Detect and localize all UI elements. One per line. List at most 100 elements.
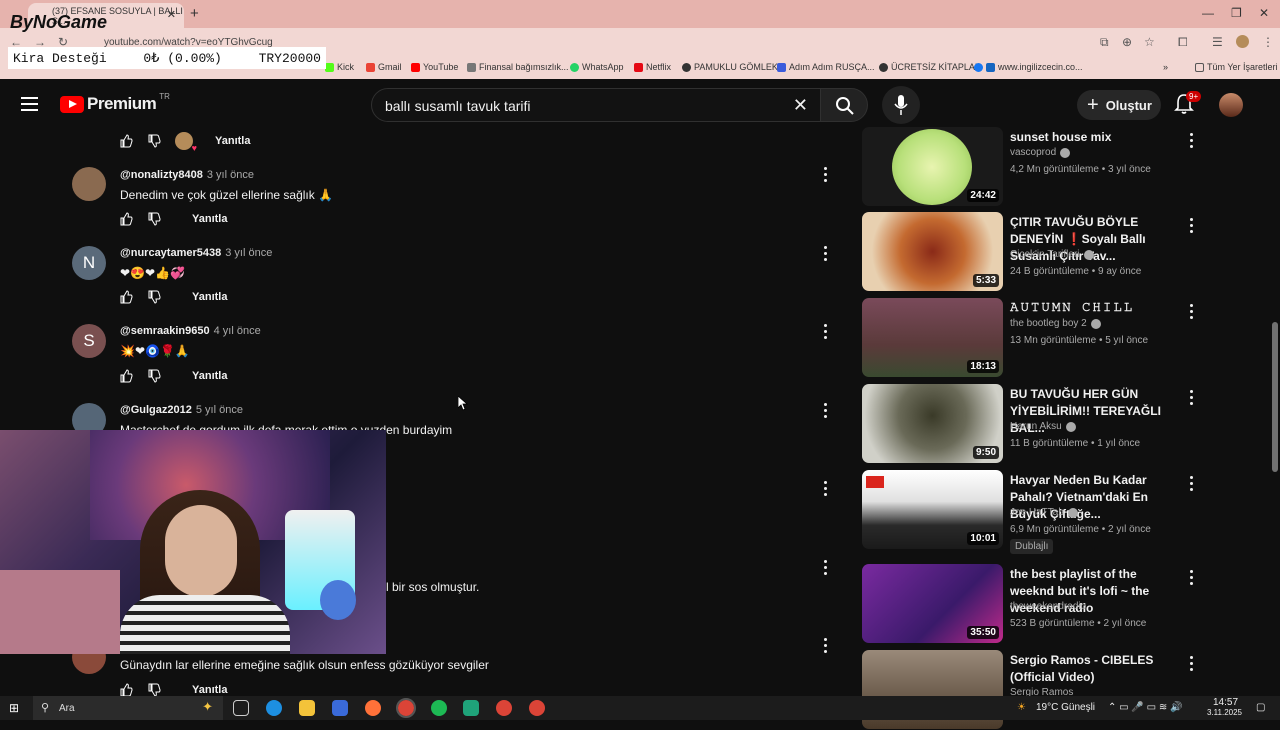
recommended-video[interactable]: 9:50 BU TAVUĞU HER GÜN YİYEBİLİRİM!! TER… — [862, 384, 1202, 464]
bookmark-gmail[interactable]: Gmail — [366, 62, 402, 72]
comment-more-icon[interactable] — [824, 246, 828, 264]
video-more-icon[interactable] — [1190, 218, 1194, 236]
more-bookmarks-icon[interactable]: » — [1163, 62, 1168, 72]
video-thumbnail[interactable]: 35:50 — [862, 564, 1003, 643]
video-more-icon[interactable] — [1190, 390, 1194, 408]
file-explorer-icon[interactable] — [299, 700, 315, 716]
video-channel[interactable]: the bootleg boy 2 — [1010, 318, 1101, 329]
weather-text[interactable]: 19°C Güneşli — [1036, 702, 1095, 713]
bookmark-finance[interactable]: Finansal bağımsızlık... — [467, 62, 569, 72]
install-icon[interactable]: ⧉ — [1100, 35, 1109, 50]
video-more-icon[interactable] — [1190, 476, 1194, 494]
voice-search-button[interactable] — [882, 86, 920, 124]
video-thumbnail[interactable]: 10:01 — [862, 470, 1003, 549]
recommended-video[interactable]: 35:50 the best playlist of the weeknd bu… — [862, 564, 1202, 644]
profile-icon[interactable] — [1236, 35, 1249, 48]
chrome-icon[interactable] — [396, 698, 416, 718]
video-more-icon[interactable] — [1190, 656, 1194, 674]
dislike-icon[interactable] — [147, 212, 161, 226]
comment-author[interactable]: @nonalizty8408 3 yıl önce — [120, 169, 254, 181]
search-box[interactable]: ballı susamlı tavuk tarifi ✕ — [371, 88, 821, 122]
like-icon[interactable] — [119, 369, 133, 383]
chrome-icon[interactable] — [529, 700, 545, 716]
task-view-icon[interactable] — [233, 700, 249, 716]
notifications-icon[interactable]: ▢ — [1256, 702, 1265, 713]
like-icon[interactable] — [119, 212, 133, 226]
comment-avatar[interactable]: N — [72, 246, 106, 280]
reply-button[interactable]: Yanıtla — [192, 291, 227, 303]
search-button[interactable] — [820, 88, 868, 122]
video-title[interactable]: Sergio Ramos - CIBELES (Official Video) — [1010, 652, 1182, 686]
recommended-video[interactable]: 24:42 sunset house mix vascoprod 4,2 Mn … — [862, 127, 1202, 207]
clock-time[interactable]: 14:57 — [1213, 697, 1238, 708]
video-thumbnail[interactable]: 5:33 — [862, 212, 1003, 291]
video-channel[interactable]: vascoprod — [1010, 147, 1071, 158]
reply-button[interactable]: Yanıtla — [215, 135, 250, 147]
comment-more-icon[interactable] — [824, 324, 828, 342]
clear-search-icon[interactable]: ✕ — [793, 95, 808, 116]
reply-button[interactable]: Yanıtla — [192, 213, 227, 225]
video-title[interactable]: 𝙰𝚄𝚃𝚄𝙼𝙽 𝙲𝙷𝙸𝙻𝙻 — [1010, 300, 1182, 317]
video-more-icon[interactable] — [1190, 570, 1194, 588]
close-window-icon[interactable]: ✕ — [1259, 6, 1269, 20]
spotify-icon[interactable] — [431, 700, 447, 716]
bookmark-rusca[interactable]: Adım Adım RUSÇA... — [777, 62, 875, 72]
firefox-icon[interactable] — [365, 700, 381, 716]
bookmark-youtube[interactable]: YouTube — [411, 62, 458, 72]
bookmark-netflix[interactable]: Netflix — [634, 62, 671, 72]
close-tab-icon[interactable]: ✕ — [167, 8, 176, 21]
recommended-video[interactable]: 18:13 𝙰𝚄𝚃𝚄𝙼𝙽 𝙲𝙷𝙸𝙻𝙻 the bootleg boy 2 13 … — [862, 298, 1202, 378]
taskbar-search[interactable]: ⚲ Ara ✦ — [33, 696, 223, 720]
video-more-icon[interactable] — [1190, 133, 1194, 151]
dislike-icon[interactable] — [147, 290, 161, 304]
bookmark-kitaplar[interactable]: ÜCRETSİZ KİTAPLAR — [879, 62, 981, 72]
video-channel[interactable]: Çiçek'in Tarifleri — [1010, 249, 1094, 260]
bookmark-ingilizce[interactable]: www.ingilizcecin.co... — [974, 62, 1083, 72]
comment-author[interactable]: @Gulgaz2012 5 yıl önce — [120, 404, 243, 416]
clock-date[interactable]: 3.11.2025 — [1207, 708, 1242, 717]
new-tab-icon[interactable]: + — [190, 5, 199, 22]
comment-author[interactable]: @semraakin9650 4 yıl önce — [120, 325, 261, 337]
edge-icon[interactable] — [266, 700, 282, 716]
video-channel[interactable]: Joe HaTTab — [1010, 507, 1078, 518]
bookmark-all[interactable]: Tüm Yer İşaretleri — [1195, 62, 1278, 72]
app-icon[interactable] — [463, 700, 479, 716]
page-scrollbar[interactable] — [1272, 322, 1278, 472]
like-icon[interactable] — [119, 290, 133, 304]
comment-more-icon[interactable] — [824, 481, 828, 499]
comment-avatar[interactable]: S — [72, 324, 106, 358]
reply-button[interactable]: Yanıtla — [192, 370, 227, 382]
comment-more-icon[interactable] — [824, 403, 828, 421]
like-icon[interactable] — [119, 683, 133, 697]
store-icon[interactable] — [332, 700, 348, 716]
comment-author[interactable]: @nurcaytamer5438 3 yıl önce — [120, 247, 272, 259]
video-thumbnail[interactable]: 24:42 — [862, 127, 1003, 206]
video-thumbnail[interactable]: 9:50 — [862, 384, 1003, 463]
menu-icon[interactable]: ⋮ — [1262, 35, 1274, 49]
hamburger-menu-icon[interactable] — [21, 97, 38, 111]
video-title[interactable]: sunset house mix — [1010, 129, 1182, 146]
comment-more-icon[interactable] — [824, 167, 828, 185]
recommended-video[interactable]: 10:01 Havyar Neden Bu Kadar Pahalı? Viet… — [862, 470, 1202, 554]
bookmark-kick[interactable]: Kick — [325, 62, 354, 72]
comment-more-icon[interactable] — [824, 638, 828, 656]
reply-button[interactable]: Yanıtla — [192, 684, 227, 696]
tray-icons[interactable]: ⌃ ▭ 🎤 ▭ ≋ 🔊 — [1108, 702, 1182, 713]
sidebar-icon[interactable]: ☰ — [1212, 35, 1223, 49]
zoom-icon[interactable]: ⊕ — [1122, 35, 1132, 49]
create-button[interactable]: + Oluştur — [1077, 90, 1161, 120]
maximize-icon[interactable]: ❐ — [1231, 6, 1242, 20]
video-thumbnail[interactable]: 18:13 — [862, 298, 1003, 377]
bookmark-gomlek[interactable]: PAMUKLU GÖMLEK — [682, 62, 778, 72]
video-more-icon[interactable] — [1190, 304, 1194, 322]
video-channel[interactable]: Harun Aksu — [1010, 421, 1076, 432]
windows-start-icon[interactable]: ⊞ — [9, 701, 19, 715]
extensions-icon[interactable]: ⧠ — [1178, 35, 1188, 50]
bookmark-whatsapp[interactable]: WhatsApp — [570, 62, 624, 72]
chrome-icon[interactable] — [496, 700, 512, 716]
dislike-icon[interactable] — [147, 369, 161, 383]
star-icon[interactable]: ☆ — [1144, 35, 1155, 49]
youtube-premium-logo[interactable]: Premium TR — [60, 92, 170, 114]
comment-more-icon[interactable] — [824, 560, 828, 578]
minimize-icon[interactable]: — — [1202, 6, 1214, 20]
